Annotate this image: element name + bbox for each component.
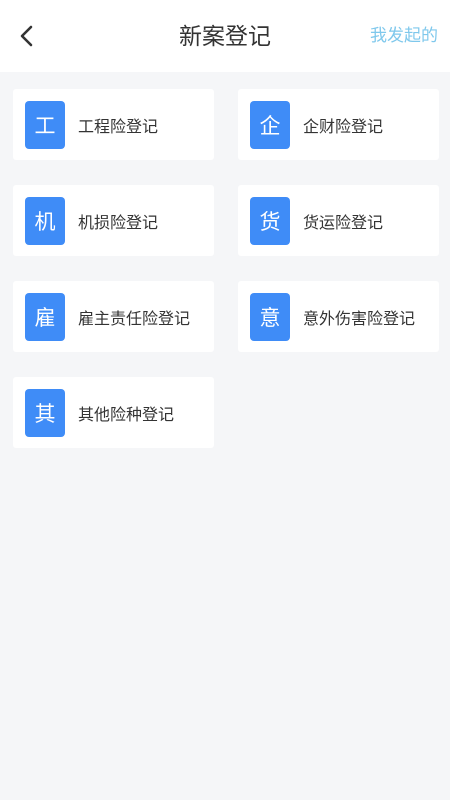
engineering-icon: 工 xyxy=(25,101,65,149)
employer-icon: 雇 xyxy=(25,293,65,341)
card-engineering-insurance[interactable]: 工 工程险登记 xyxy=(13,89,214,160)
card-label: 货运险登记 xyxy=(303,212,384,232)
card-cargo-insurance[interactable]: 货 货运险登记 xyxy=(238,185,439,256)
card-accident-insurance[interactable]: 意 意外伤害险登记 xyxy=(238,281,439,352)
card-machinery-damage-insurance[interactable]: 机 机损险登记 xyxy=(13,185,214,256)
card-employer-liability-insurance[interactable]: 雇 雇主责任险登记 xyxy=(13,281,214,352)
card-label: 机损险登记 xyxy=(78,212,159,232)
machinery-icon: 机 xyxy=(25,197,65,245)
card-label: 意外伤害险登记 xyxy=(303,308,416,328)
other-icon: 其 xyxy=(25,389,65,437)
card-enterprise-property-insurance[interactable]: 企 企财险登记 xyxy=(238,89,439,160)
card-label: 企财险登记 xyxy=(303,116,384,136)
my-initiated-button[interactable]: 我发起的 xyxy=(370,24,438,48)
card-label: 雇主责任险登记 xyxy=(78,308,191,328)
card-label: 工程险登记 xyxy=(78,116,159,136)
top-bar: 新案登记 我发起的 xyxy=(0,0,450,72)
card-label: 其他险种登记 xyxy=(78,404,175,424)
cargo-icon: 货 xyxy=(250,197,290,245)
accident-icon: 意 xyxy=(250,293,290,341)
card-other-insurance[interactable]: 其 其他险种登记 xyxy=(13,377,214,448)
enterprise-icon: 企 xyxy=(250,101,290,149)
